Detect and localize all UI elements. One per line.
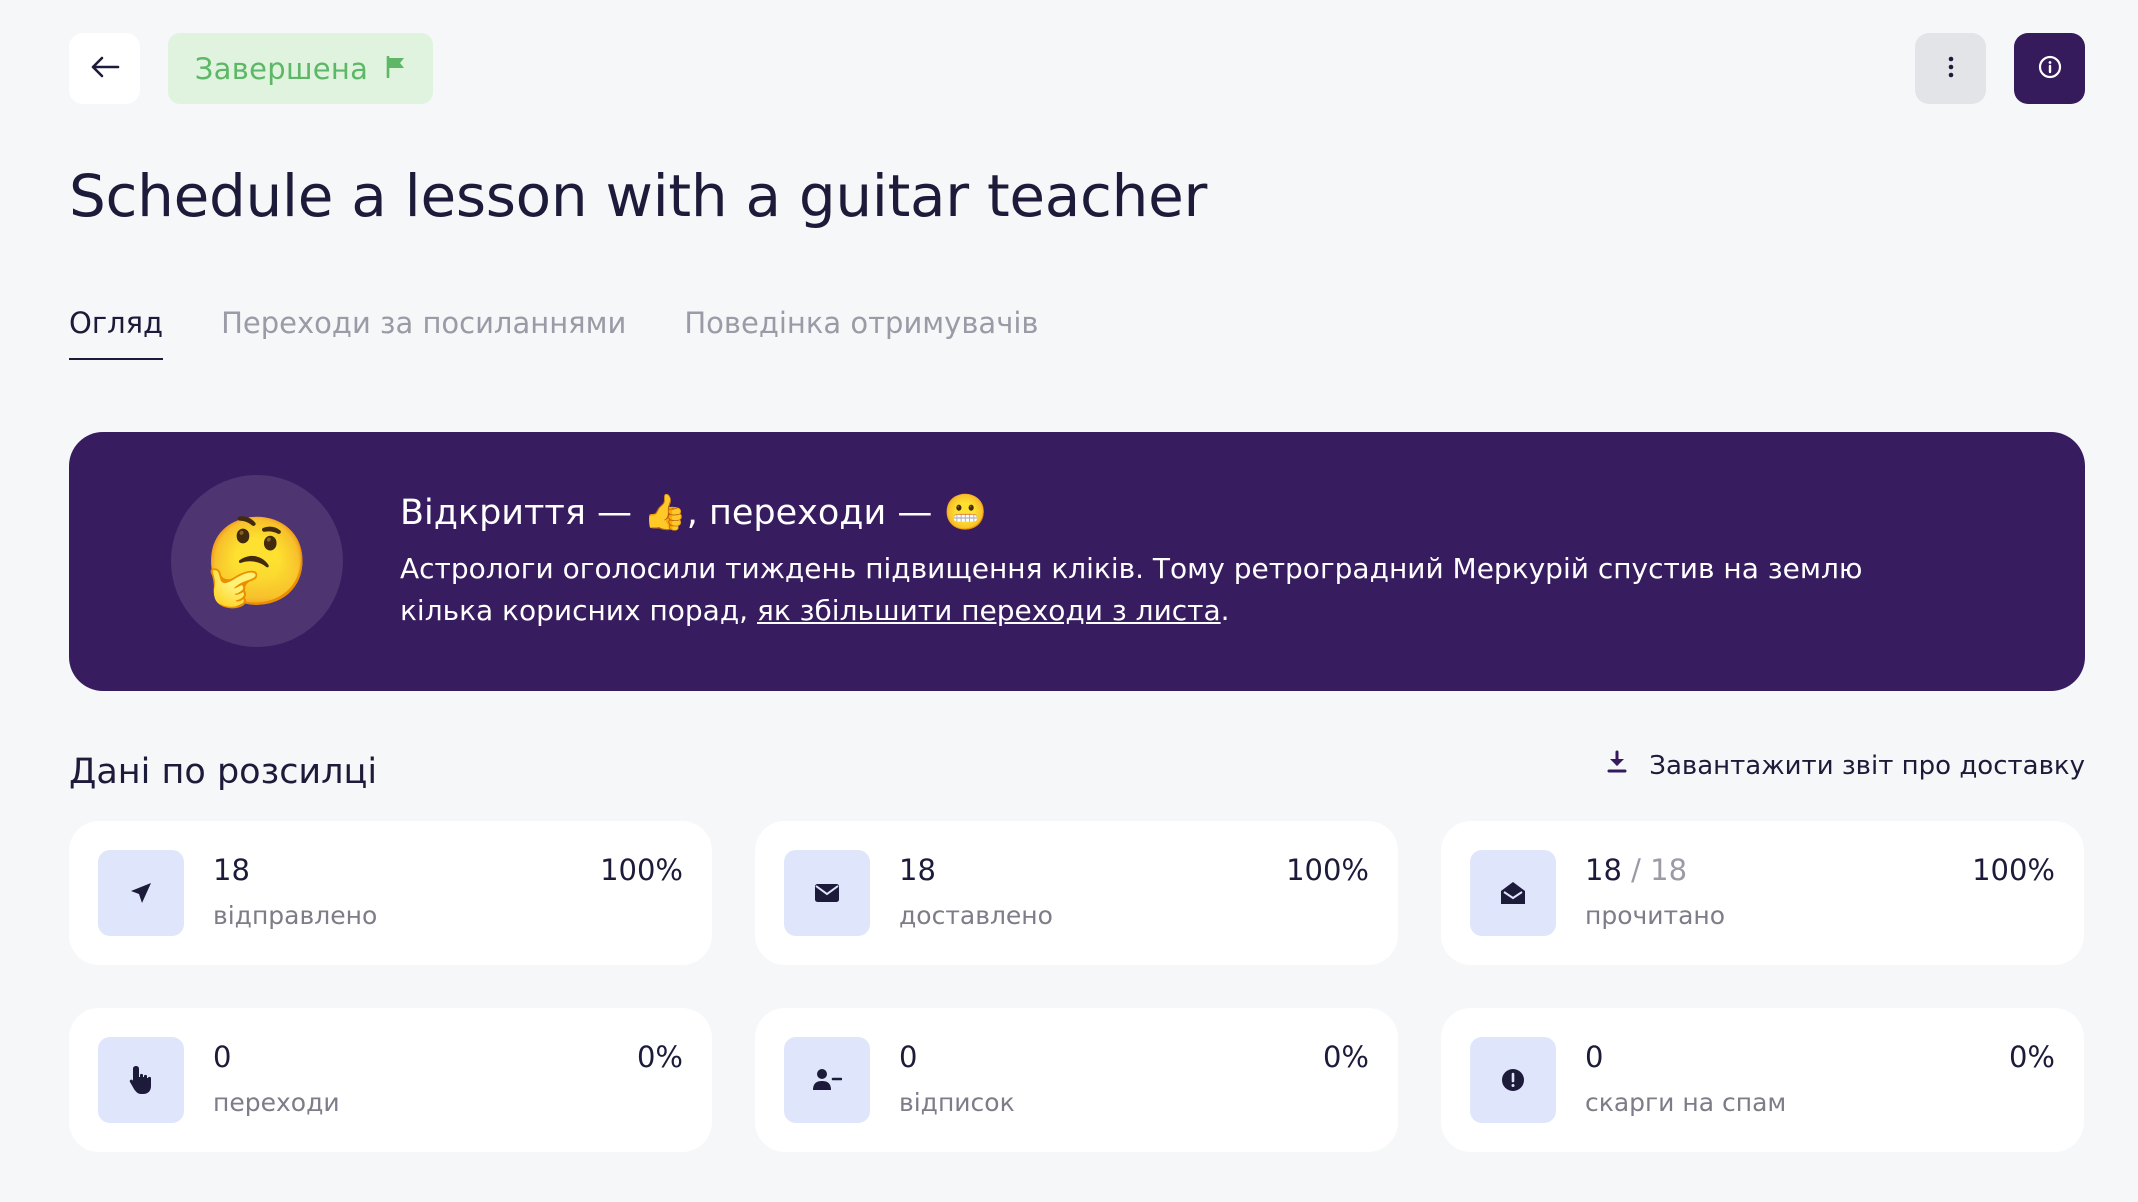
download-icon <box>1607 750 1627 781</box>
envelope-open-icon <box>1470 850 1556 936</box>
stat-card-spam-complaints: 0 скарги на спам 0% <box>1441 1008 2084 1152</box>
paper-plane-icon <box>98 850 184 936</box>
stat-percent: 100% <box>600 853 683 887</box>
tip-banner: 🤔 Відкриття — 👍, переходи — 😬 Астрологи … <box>69 432 2085 691</box>
tab-link-clicks[interactable]: Переходи за посиланнями <box>221 306 626 360</box>
download-label: Завантажити звіт про доставку <box>1649 750 2085 781</box>
stat-percent: 100% <box>1972 853 2055 887</box>
section-title: Дані по розсилці <box>69 752 378 792</box>
banner-body-end: . <box>1220 594 1230 627</box>
stat-caption: прочитано <box>1585 901 1726 930</box>
flag-icon <box>386 55 406 82</box>
stat-caption: переходи <box>213 1088 340 1117</box>
status-badge: Завершена <box>168 33 433 104</box>
stat-value: 18 <box>213 853 250 887</box>
stat-card-read: 18 / 18 прочитано 100% <box>1441 821 2084 965</box>
stat-value: 0 <box>1585 1040 1604 1074</box>
stat-card-sent: 18 відправлено 100% <box>69 821 712 965</box>
tab-bar: Огляд Переходи за посиланнями Поведінка … <box>69 306 1038 360</box>
stat-value: 0 <box>213 1040 232 1074</box>
stat-percent: 0% <box>636 1040 683 1074</box>
stat-percent: 0% <box>2008 1040 2055 1074</box>
download-report-link[interactable]: Завантажити звіт про доставку <box>1607 750 2085 781</box>
stat-percent: 0% <box>1322 1040 1369 1074</box>
status-label: Завершена <box>194 51 369 86</box>
stat-value: 0 <box>899 1040 918 1074</box>
stat-value: 18 / 18 <box>1585 853 1687 887</box>
user-minus-icon <box>784 1037 870 1123</box>
info-button[interactable] <box>2014 33 2085 104</box>
page-title: Schedule a lesson with a guitar teacher <box>69 162 1208 230</box>
stat-card-clicks: 0 переходи 0% <box>69 1008 712 1152</box>
banner-body: Астрологи оголосили тиждень підвищення к… <box>400 548 1960 632</box>
arrow-left-icon <box>90 56 120 82</box>
stat-value-total: / 18 <box>1621 853 1688 887</box>
stat-card-delivered: 18 доставлено 100% <box>755 821 1398 965</box>
more-options-button[interactable] <box>1915 33 1986 104</box>
pointer-hand-icon <box>98 1037 184 1123</box>
vertical-dots-icon <box>1948 56 1954 82</box>
stat-percent: 100% <box>1286 853 1369 887</box>
stat-caption: відправлено <box>213 901 378 930</box>
stat-caption: доставлено <box>899 901 1053 930</box>
stat-value: 18 <box>899 853 936 887</box>
back-button[interactable] <box>69 33 140 104</box>
top-bar: Завершена <box>69 33 2085 104</box>
stat-value-number: 18 <box>1585 853 1622 887</box>
info-circle-icon <box>2038 55 2062 83</box>
exclamation-circle-icon <box>1470 1037 1556 1123</box>
stat-caption: відписок <box>899 1088 1015 1117</box>
thinking-face-icon: 🤔 <box>171 475 343 647</box>
envelope-icon <box>784 850 870 936</box>
stat-card-unsubscribes: 0 відписок 0% <box>755 1008 1398 1152</box>
tab-overview[interactable]: Огляд <box>69 306 164 360</box>
banner-headline: Відкриття — 👍, переходи — 😬 <box>400 493 988 533</box>
stat-caption: скарги на спам <box>1585 1088 1787 1117</box>
increase-clicks-link[interactable]: як збільшити переходи з листа <box>757 594 1221 627</box>
tab-recipient-behavior[interactable]: Поведінка отримувачів <box>684 306 1038 360</box>
